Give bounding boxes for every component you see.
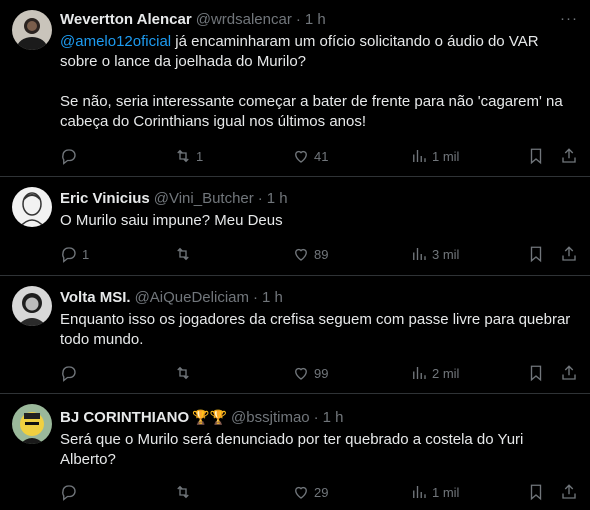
tweet-header: BJ CORINTHIANO 🏆🏆 @bssjtimao · 1 h: [60, 407, 578, 428]
reply-icon: [62, 149, 76, 165]
tweet-header: Eric Vinicius @Vini_Butcher · 1 h: [60, 189, 578, 209]
retweet-icon: [177, 485, 189, 499]
bookmark-button[interactable]: [527, 244, 545, 264]
views-icon: [413, 486, 426, 498]
timestamp[interactable]: 1 h: [267, 189, 288, 209]
retweet-button[interactable]: [174, 482, 196, 502]
like-button[interactable]: 99: [292, 363, 328, 383]
handle[interactable]: @Vini_Butcher: [154, 189, 254, 209]
reply-icon: [62, 247, 76, 263]
like-button[interactable]: 41: [292, 146, 328, 166]
timestamp[interactable]: 1 h: [305, 10, 326, 30]
avatar[interactable]: [12, 404, 52, 444]
reply-feed: Wevertton Alencar @wrdsalencar · 1 h ···…: [0, 0, 590, 510]
action-bar: 1 41 1 mil: [60, 146, 578, 166]
share-icon: [562, 484, 576, 499]
views-icon: [413, 248, 426, 260]
views-button[interactable]: 3 mil: [410, 244, 459, 264]
display-name[interactable]: BJ CORINTHIANO: [60, 408, 189, 428]
display-name[interactable]: Wevertton Alencar: [60, 10, 192, 30]
retweet-button[interactable]: [174, 363, 196, 383]
like-icon: [295, 248, 307, 261]
share-icon: [562, 246, 576, 261]
retweet-button[interactable]: [174, 244, 196, 264]
tweet-header: Wevertton Alencar @wrdsalencar · 1 h: [60, 10, 578, 30]
like-count: 99: [314, 365, 329, 381]
tweet-eric[interactable]: Eric Vinicius @Vini_Butcher · 1 h O Muri…: [0, 177, 590, 276]
tweet-text: O Murilo saiu impune? Meu Deus: [60, 212, 283, 229]
avatar[interactable]: [12, 286, 52, 326]
avatar[interactable]: [12, 187, 52, 227]
separator: ·: [313, 409, 319, 426]
like-icon: [295, 150, 307, 163]
separator: ·: [253, 289, 258, 306]
like-icon: [295, 486, 307, 499]
share-button[interactable]: [560, 146, 578, 166]
more-icon[interactable]: ···: [560, 10, 578, 27]
share-button[interactable]: [560, 482, 578, 502]
like-icon: [295, 367, 307, 380]
views-icon: [413, 150, 426, 162]
views-count: 3 mil: [432, 246, 460, 262]
handle[interactable]: @wrdsalencar: [196, 10, 292, 30]
action-bar: 1 89 3 mil: [60, 244, 578, 264]
separator: ·: [257, 190, 263, 207]
handle[interactable]: @AiQueDeliciam: [135, 288, 249, 308]
views-icon: [413, 367, 426, 379]
tweet-volta[interactable]: Volta MSI. @AiQueDeliciam · 1 h Enquanto…: [0, 276, 590, 394]
timestamp[interactable]: 1 h: [323, 408, 344, 428]
reply-icon: [62, 366, 76, 382]
retweet-icon: [177, 149, 189, 163]
tweet-text: Enquanto isso os jogadores da crefisa se…: [60, 311, 575, 348]
share-button[interactable]: [560, 244, 578, 264]
bookmark-button[interactable]: [527, 363, 545, 383]
retweet-button[interactable]: 1: [174, 146, 203, 166]
reply-button[interactable]: [60, 146, 82, 166]
like-button[interactable]: 89: [292, 244, 328, 264]
bookmark-icon: [530, 148, 542, 165]
bookmark-icon: [530, 365, 542, 382]
bookmark-button[interactable]: [527, 482, 545, 502]
like-button[interactable]: 29: [292, 482, 328, 502]
share-button[interactable]: [560, 363, 578, 383]
tweet-header: Volta MSI. @AiQueDeliciam · 1 h: [60, 288, 578, 308]
handle[interactable]: @bssjtimao: [231, 408, 310, 428]
reply-count: 1: [82, 246, 90, 262]
avatar[interactable]: [12, 10, 52, 50]
views-count: 2 mil: [432, 365, 460, 381]
tweet-text: @amelo12oficial já encaminharam um ofíci…: [60, 32, 578, 132]
bookmark-icon: [530, 484, 542, 501]
retweet-count: 1: [196, 148, 204, 164]
reply-button[interactable]: 1: [60, 244, 89, 264]
bookmark-icon: [530, 246, 542, 263]
share-icon: [562, 148, 576, 163]
retweet-icon: [177, 366, 189, 380]
reply-icon: [62, 485, 76, 501]
display-name[interactable]: Eric Vinicius: [60, 189, 150, 209]
tweet-text: Será que o Murilo será denunciado por te…: [60, 431, 527, 468]
reply-button[interactable]: [60, 363, 82, 383]
views-button[interactable]: 2 mil: [410, 363, 459, 383]
views-count: 1 mil: [432, 484, 460, 500]
action-bar: 29 1 mil: [60, 482, 578, 502]
views-button[interactable]: 1 mil: [410, 482, 459, 502]
display-name[interactable]: Volta MSI.: [60, 288, 131, 308]
views-count: 1 mil: [432, 148, 460, 164]
tweet-bj[interactable]: BJ CORINTHIANO 🏆🏆 @bssjtimao · 1 h Será …: [0, 394, 590, 510]
action-bar: 99 2 mil: [60, 363, 578, 383]
tweet-wevertton[interactable]: Wevertton Alencar @wrdsalencar · 1 h ···…: [0, 0, 590, 177]
trophy-emoji: 🏆🏆: [192, 409, 228, 425]
retweet-icon: [177, 247, 189, 261]
like-count: 29: [314, 484, 329, 500]
mention-link[interactable]: @amelo12oficial: [60, 33, 171, 50]
reply-button[interactable]: [60, 482, 82, 502]
separator: ·: [295, 11, 301, 28]
views-button[interactable]: 1 mil: [410, 146, 459, 166]
like-count: 41: [314, 148, 329, 164]
bookmark-button[interactable]: [527, 146, 545, 166]
like-count: 89: [314, 246, 329, 262]
share-icon: [562, 365, 576, 380]
timestamp[interactable]: 1 h: [262, 288, 283, 308]
